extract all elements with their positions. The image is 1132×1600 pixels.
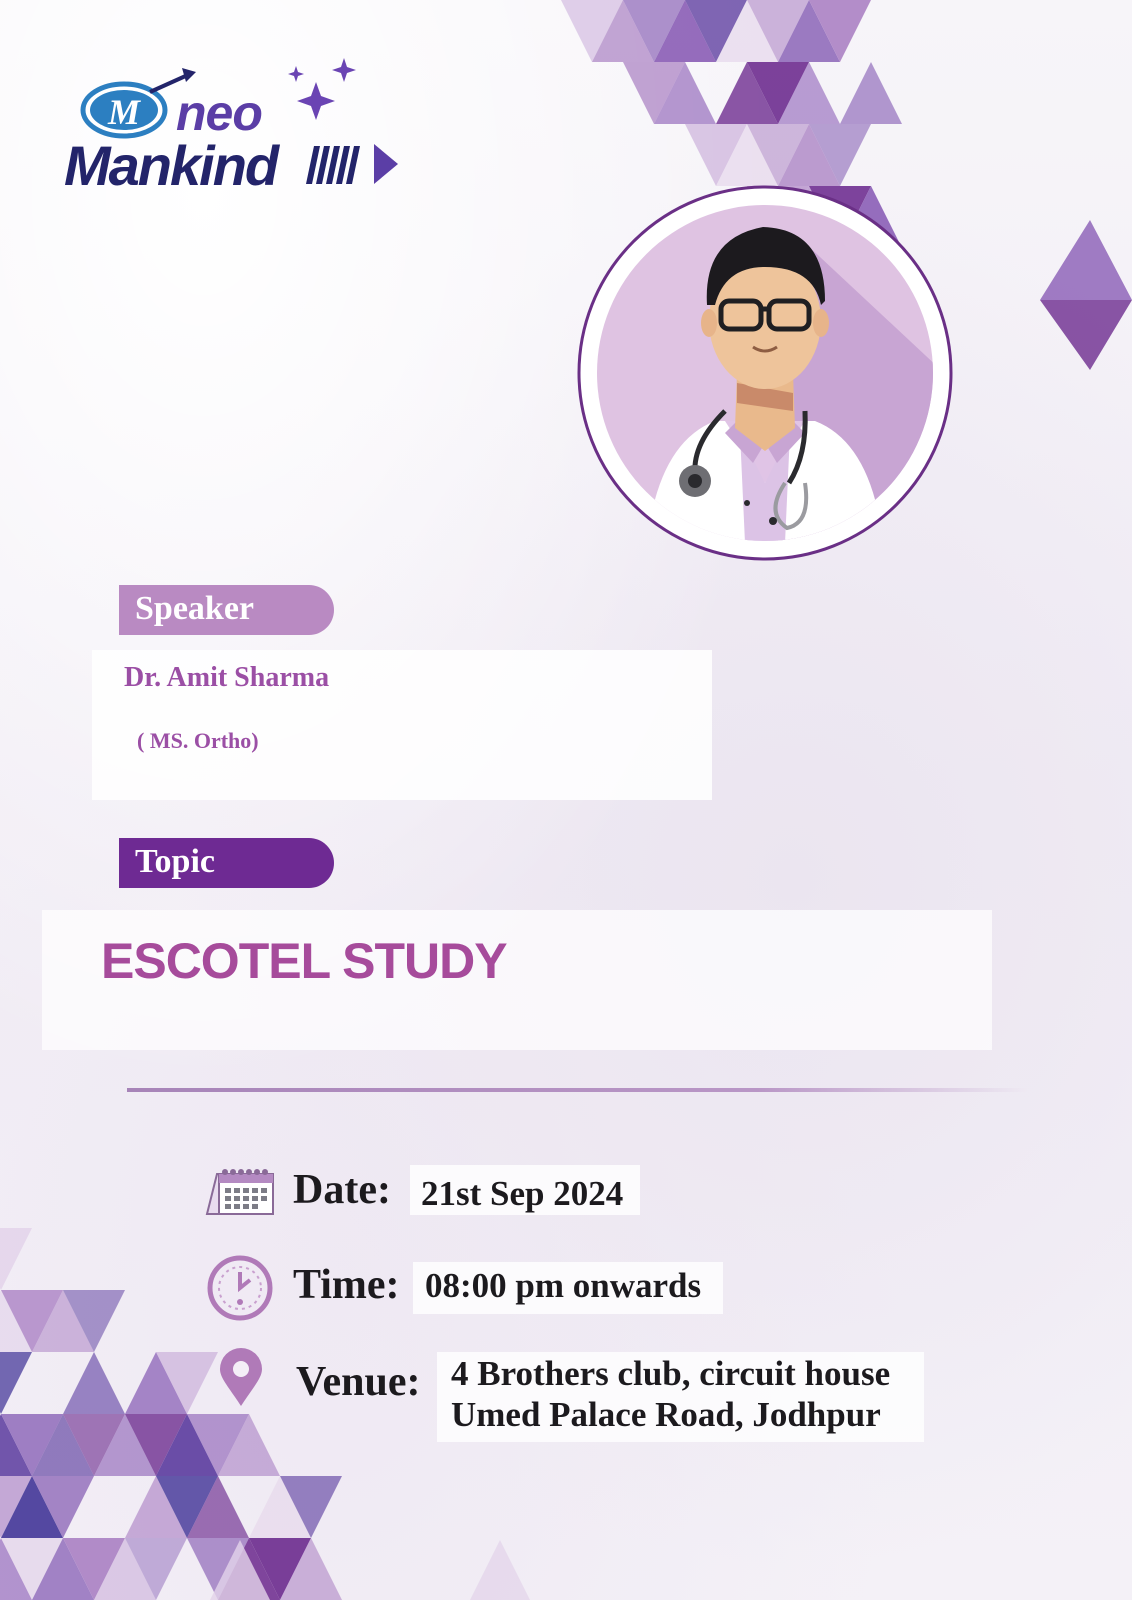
speaker-label-pill: Speaker <box>119 585 334 635</box>
topic-label-pill: Topic <box>119 838 334 888</box>
location-pin-icon <box>220 1348 262 1406</box>
speaker-label: Speaker <box>135 590 254 627</box>
speaker-qualification: ( MS. Ortho) <box>137 728 259 753</box>
logo-text-mankind: Mankind <box>64 134 279 197</box>
venue-address-line1: 4 Brothers club, circuit house <box>451 1354 891 1393</box>
venue-label: Venue: <box>296 1359 421 1405</box>
logo-mark: M <box>107 92 142 132</box>
doctor-avatar-icon <box>577 185 953 561</box>
neo-mankind-logo: M neo Mankind <box>62 52 412 202</box>
topic-label: Topic <box>135 843 216 880</box>
section-divider <box>127 1088 1027 1092</box>
topic-title: ESCOTEL STUDY <box>101 933 508 989</box>
time-label: Time: <box>293 1262 400 1308</box>
clock-icon <box>207 1255 273 1321</box>
calendar-icon <box>205 1169 274 1215</box>
time-value: 08:00 pm onwards <box>425 1266 702 1305</box>
date-value: 21st Sep 2024 <box>421 1174 624 1213</box>
event-flyer: M neo Mankind Speaker Dr. Amit Sharma (… <box>0 0 1132 1600</box>
date-label: Date: <box>293 1167 391 1213</box>
venue-address-line2: Umed Palace Road, Jodhpur <box>451 1395 881 1434</box>
speaker-name: Dr. Amit Sharma <box>124 662 330 693</box>
